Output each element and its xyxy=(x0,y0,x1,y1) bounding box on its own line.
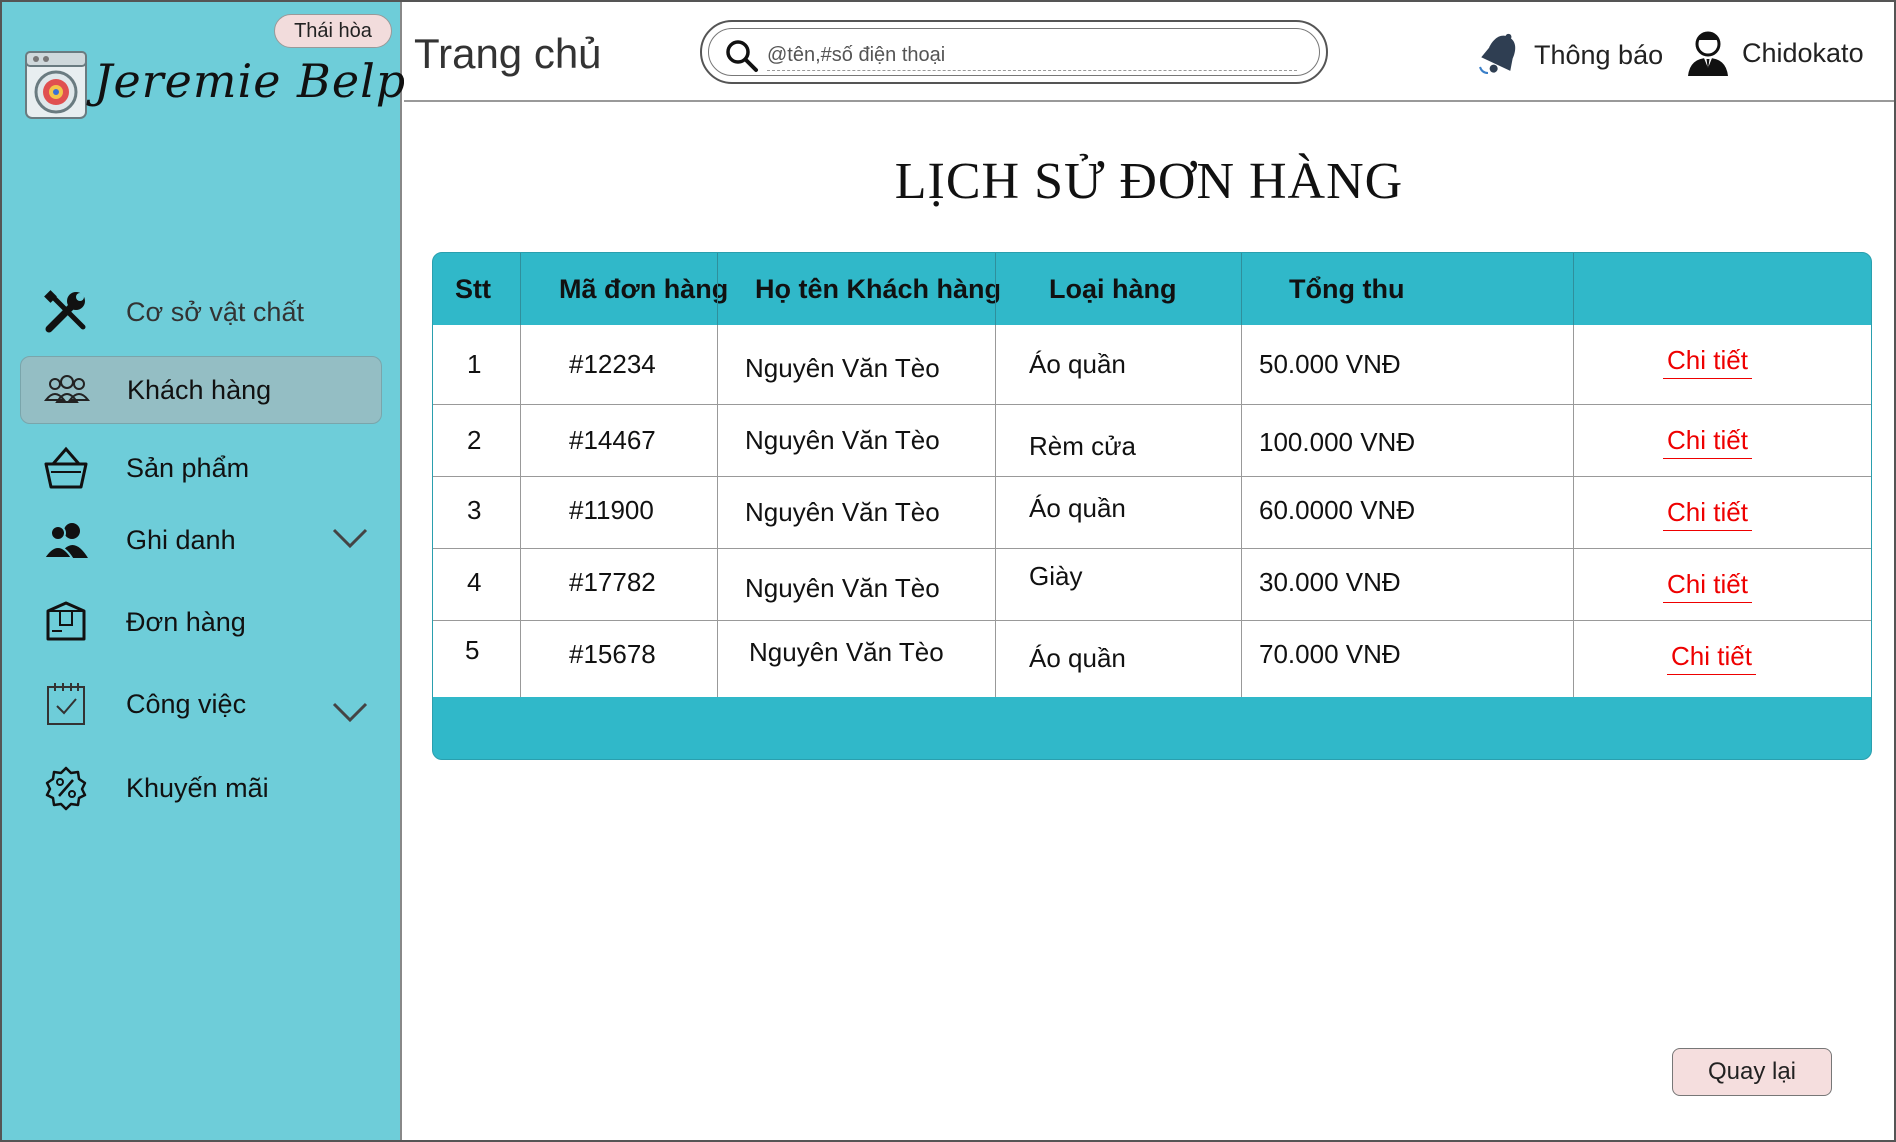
table-row: 2 #14467 Nguyên Văn Tèo Rèm cửa 100.000 … xyxy=(433,405,1871,477)
discount-badge-icon xyxy=(42,764,90,812)
cell-order-code: #14467 xyxy=(569,425,656,455)
detail-link[interactable]: Chi tiết xyxy=(1663,569,1752,603)
column-divider xyxy=(1573,253,1574,325)
column-divider xyxy=(1241,253,1242,325)
sidebar-item-label: Công việc xyxy=(126,688,247,719)
cell-total: 70.000 VNĐ xyxy=(1259,639,1401,669)
cell-customer-name: Nguyên Văn Tèo xyxy=(745,353,940,383)
chevron-down-icon[interactable] xyxy=(330,698,370,726)
basket-icon xyxy=(42,444,90,492)
cell-item-type: Áo quần xyxy=(1029,643,1126,673)
cell-item-type: Áo quần xyxy=(1029,493,1126,523)
sidebar-item-label: Khách hàng xyxy=(127,374,272,405)
cell-stt: 3 xyxy=(467,495,482,525)
cell-item-type: Giày xyxy=(1029,561,1083,591)
cell-customer-name: Nguyên Văn Tèo xyxy=(745,573,940,603)
cell-total: 50.000 VNĐ xyxy=(1259,349,1401,379)
sidebar-item-label: Khuyến mãi xyxy=(126,772,269,803)
cell-customer-name: Nguyên Văn Tèo xyxy=(745,425,940,455)
detail-link[interactable]: Chi tiết xyxy=(1663,345,1752,379)
location-badge[interactable]: Thái hòa xyxy=(274,14,392,48)
cell-total: 30.000 VNĐ xyxy=(1259,567,1401,597)
column-header-stt: Stt xyxy=(455,274,491,304)
sidebar-item-label: Cơ sở vật chất xyxy=(126,296,304,327)
search-icon[interactable] xyxy=(725,39,759,73)
sidebar-item-products[interactable]: Sản phẩm xyxy=(20,434,382,502)
cell-customer-name: Nguyên Văn Tèo xyxy=(749,637,944,667)
cell-order-code: #12234 xyxy=(569,349,656,379)
sidebar-item-label: Đơn hàng xyxy=(126,606,246,637)
sidebar-item-label: Ghi danh xyxy=(126,524,236,555)
page-heading: LỊCH SỬ ĐƠN HÀNG xyxy=(894,153,1404,210)
package-icon xyxy=(42,598,90,646)
cell-stt: 1 xyxy=(467,349,482,379)
sidebar-item-facilities[interactable]: Cơ sở vật chất xyxy=(20,278,382,346)
sidebar-item-label: Sản phẩm xyxy=(126,452,250,483)
sidebar: Thái hòa Jeremie Belpois Cơ sở vật chất … xyxy=(2,2,474,1140)
customers-icon xyxy=(43,366,91,414)
sidebar-item-tasks[interactable]: Công việc xyxy=(20,670,382,738)
user-menu[interactable]: Chidokato xyxy=(1684,28,1864,78)
column-divider xyxy=(717,253,718,325)
sidebar-item-registration[interactable]: Ghi danh xyxy=(20,506,382,574)
user-name: Chidokato xyxy=(1742,37,1864,68)
column-divider xyxy=(995,253,996,325)
cell-total: 60.0000 VNĐ xyxy=(1259,495,1416,525)
cell-stt: 4 xyxy=(467,567,482,597)
table-row: 5 #15678 Nguyên Văn Tèo Áo quần 70.000 V… xyxy=(433,621,1871,697)
cell-total: 100.000 VNĐ xyxy=(1259,427,1416,457)
users-icon xyxy=(42,516,90,564)
cell-stt: 2 xyxy=(467,425,482,455)
cell-item-type: Áo quần xyxy=(1029,349,1126,379)
sidebar-item-promotions[interactable]: Khuyến mãi xyxy=(20,754,382,822)
sidebar-item-customers[interactable]: Khách hàng xyxy=(20,356,382,424)
search-box xyxy=(700,20,1328,84)
cell-item-type: Rèm cửa xyxy=(1029,431,1136,461)
calendar-check-icon xyxy=(42,680,90,728)
detail-link[interactable]: Chi tiết xyxy=(1667,641,1756,675)
page-title: Trang chủ xyxy=(414,30,602,77)
detail-link[interactable]: Chi tiết xyxy=(1663,497,1752,531)
column-header-order-code: Mã đơn hàng xyxy=(559,274,729,304)
notifications-button[interactable]: Thông báo xyxy=(1476,30,1663,80)
washing-machine-icon[interactable] xyxy=(22,48,92,122)
table-body: 1 #12234 Nguyên Văn Tèo Áo quần 50.000 V… xyxy=(433,325,1871,697)
chevron-down-icon[interactable] xyxy=(330,524,370,552)
table-row: 1 #12234 Nguyên Văn Tèo Áo quần 50.000 V… xyxy=(433,325,1871,405)
column-divider xyxy=(520,253,521,325)
column-header-customer-name: Họ tên Khách hàng xyxy=(755,274,1002,304)
cell-customer-name: Nguyên Văn Tèo xyxy=(745,497,940,527)
search-inner-border xyxy=(708,28,1320,76)
column-header-item-type: Loại hàng xyxy=(1049,274,1177,304)
back-button[interactable]: Quay lại xyxy=(1672,1048,1832,1096)
notifications-label: Thông báo xyxy=(1534,39,1664,70)
bell-icon xyxy=(1479,33,1516,74)
top-bar: Trang chủ Thông báo Chido xyxy=(404,2,1894,102)
cell-order-code: #11900 xyxy=(569,495,654,525)
table-header: Stt Mã đơn hàng Họ tên Khách hàng Loại h… xyxy=(433,253,1871,325)
column-header-total: Tổng thu xyxy=(1289,274,1405,304)
search-input[interactable] xyxy=(767,41,1297,71)
cell-order-code: #15678 xyxy=(569,639,656,669)
cell-order-code: #17782 xyxy=(569,567,656,597)
wrench-screwdriver-icon xyxy=(42,288,90,336)
detail-link[interactable]: Chi tiết xyxy=(1663,425,1752,459)
orders-table: Stt Mã đơn hàng Họ tên Khách hàng Loại h… xyxy=(432,252,1872,760)
table-row: 3 #11900 Nguyên Văn Tèo Áo quần 60.0000 … xyxy=(433,477,1871,549)
user-avatar-icon xyxy=(1688,31,1728,76)
sidebar-item-orders[interactable]: Đơn hàng xyxy=(20,588,382,656)
table-row: 4 #17782 Nguyên Văn Tèo Giày 30.000 VNĐ … xyxy=(433,549,1871,621)
cell-stt: 5 xyxy=(465,635,480,665)
